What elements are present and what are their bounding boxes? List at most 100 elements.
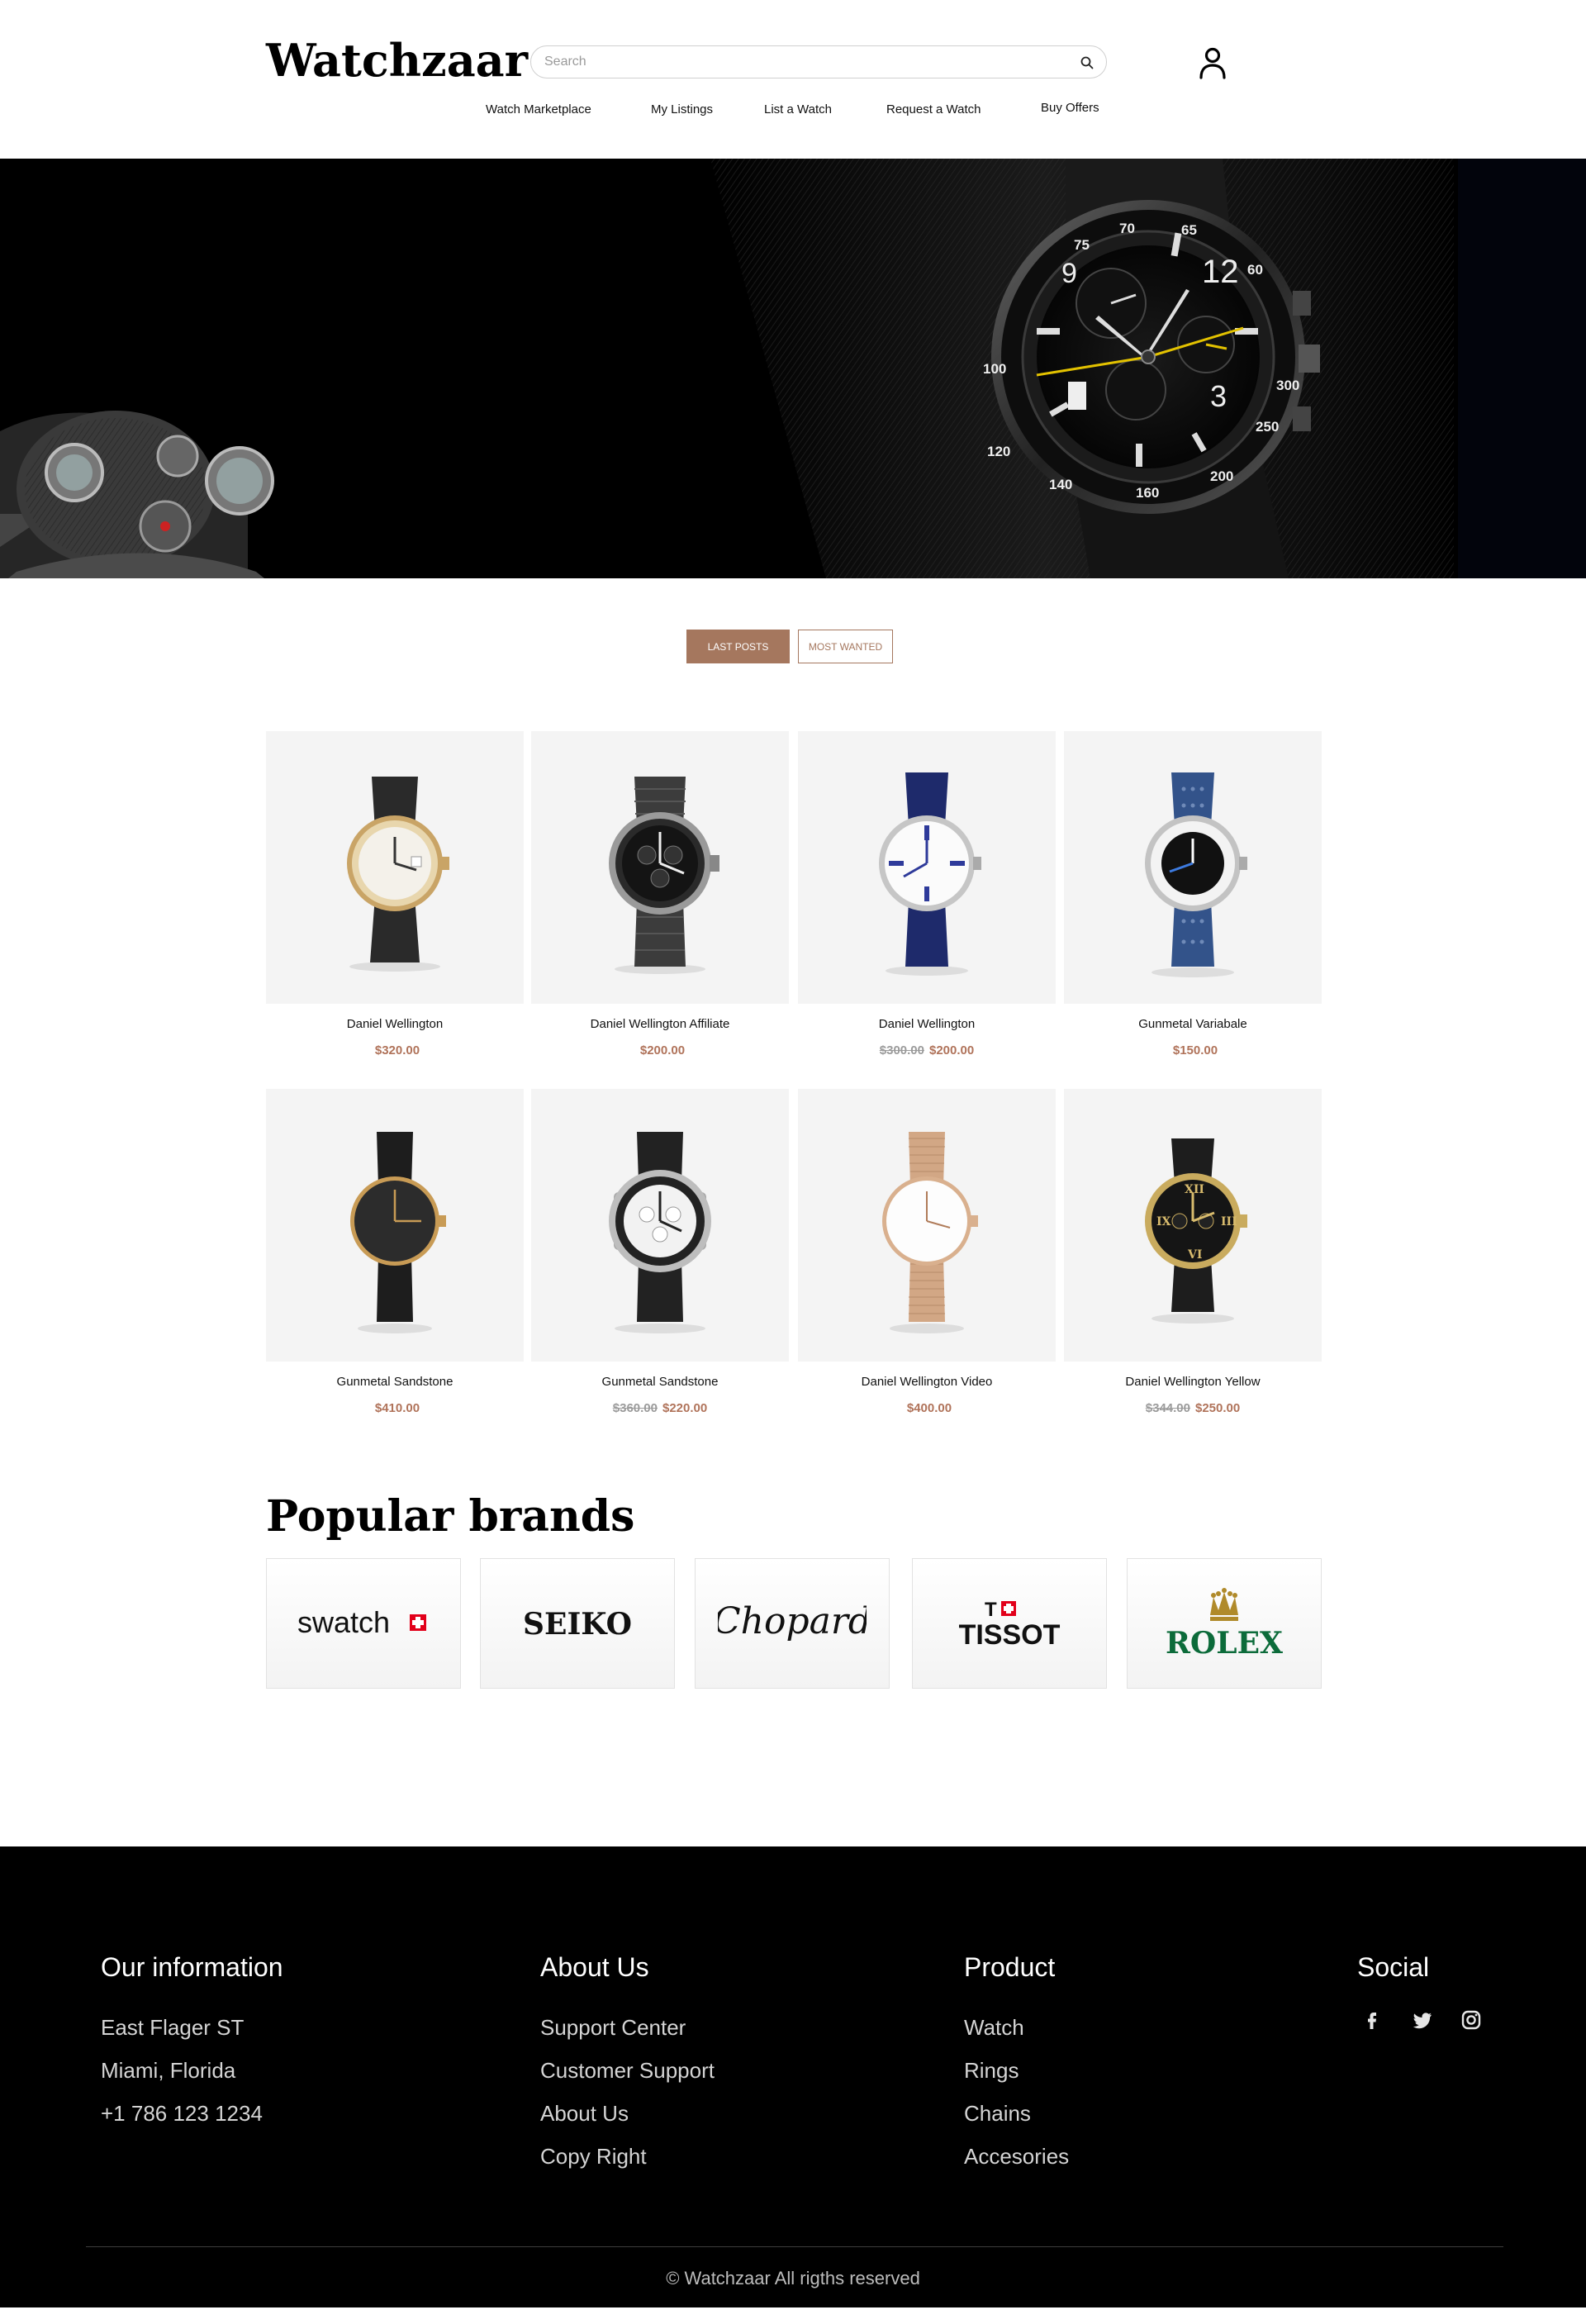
- product-price: $200.00: [531, 1043, 789, 1057]
- footer-link-rings[interactable]: Rings: [964, 2058, 1019, 2084]
- product-card[interactable]: Gunmetal Variabale $150.00: [1064, 731, 1322, 1078]
- product-price: $360.00 $220.00: [531, 1401, 789, 1415]
- product-current-price: $200.00: [929, 1043, 975, 1057]
- footer-link-watch[interactable]: Watch: [964, 2015, 1024, 2041]
- svg-text:SEIKO: SEIKO: [523, 1607, 632, 1642]
- tab-last-posts[interactable]: LAST POSTS: [686, 630, 790, 663]
- brand-swatch[interactable]: swatch: [266, 1558, 461, 1689]
- product-card[interactable]: Daniel Wellington Video $400.00: [798, 1089, 1056, 1436]
- product-image: [266, 1089, 524, 1362]
- footer-copyright: © Watchzaar All rigths reserved: [666, 2268, 920, 2288]
- svg-text:IX: IX: [1156, 1215, 1171, 1229]
- product-old-price: $300.00: [879, 1043, 924, 1057]
- user-icon[interactable]: [1194, 45, 1231, 81]
- silver-chronograph-watch-image: [609, 1132, 711, 1333]
- svg-text:Chopard: Chopard: [718, 1600, 867, 1642]
- blue-leather-roman-watch-image: [879, 772, 981, 976]
- product-card[interactable]: XII III VI IX Daniel Wellington Yellow $…: [1064, 1089, 1322, 1436]
- popular-brands: Popular brands swatch SEIKO Chopard T TI…: [0, 1444, 1586, 1846]
- svg-text:75: 75: [1074, 237, 1090, 253]
- svg-text:250: 250: [1256, 419, 1279, 435]
- nav-buy-offers[interactable]: Buy Offers: [1041, 101, 1099, 115]
- swatch-logo: swatch: [297, 1605, 426, 1639]
- svg-text:ROLEX: ROLEX: [1166, 1626, 1283, 1661]
- footer-link-support-center[interactable]: Support Center: [540, 2015, 686, 2041]
- product-name: Daniel Wellington Affiliate: [590, 1017, 730, 1031]
- product-card[interactable]: Daniel Wellington $300.00 $200.00: [798, 731, 1056, 1078]
- footer-link-customer-support[interactable]: Customer Support: [540, 2058, 715, 2084]
- brands-title: Popular brands: [266, 1491, 635, 1542]
- brand-seiko[interactable]: SEIKO: [480, 1558, 675, 1689]
- product-grid: Daniel Wellington $320.00 Daniel Welling…: [0, 711, 1586, 1444]
- product-current-price: $220.00: [662, 1401, 708, 1415]
- svg-text:160: 160: [1136, 485, 1159, 501]
- svg-text:300: 300: [1276, 378, 1299, 393]
- product-image: [1064, 731, 1322, 1004]
- product-image: [266, 731, 524, 1004]
- product-image: XII III VI IX: [1064, 1089, 1322, 1362]
- footer-social-heading: Social: [1357, 1952, 1430, 1982]
- svg-text:3: 3: [1210, 379, 1227, 413]
- product-price: $320.00: [266, 1043, 524, 1057]
- facebook-icon[interactable]: [1360, 2008, 1384, 2032]
- nav-list-a-watch[interactable]: List a Watch: [764, 102, 832, 116]
- site-header: Watchzaar Watch Marketplace My Listings …: [0, 0, 1586, 159]
- footer-about-heading: About Us: [540, 1952, 649, 1982]
- svg-text:12: 12: [1202, 254, 1239, 290]
- hero-banner: 75 70 65 60 120 140 160 200 250 300 100 …: [0, 159, 1586, 578]
- product-card[interactable]: Daniel Wellington $320.00: [266, 731, 524, 1078]
- footer-link-about-us[interactable]: About Us: [540, 2101, 629, 2127]
- black-chronograph-steel-watch-image: [609, 777, 719, 974]
- footer-info-heading: Our information: [101, 1952, 283, 1982]
- svg-text:120: 120: [987, 444, 1010, 459]
- product-name: Gunmetal Sandstone: [601, 1375, 719, 1389]
- product-image: [531, 731, 789, 1004]
- product-card[interactable]: Gunmetal Sandstone $410.00: [266, 1089, 524, 1436]
- svg-text:60: 60: [1247, 262, 1263, 278]
- product-name: Gunmetal Sandstone: [336, 1375, 453, 1389]
- product-current-price: $250.00: [1195, 1401, 1241, 1415]
- footer-link-accesories[interactable]: Accesories: [964, 2144, 1069, 2170]
- rose-gold-mesh-watch-image: [882, 1132, 978, 1333]
- nav-my-listings[interactable]: My Listings: [651, 102, 713, 116]
- footer-product-heading: Product: [964, 1952, 1056, 1982]
- svg-text:TISSOT: TISSOT: [959, 1619, 1061, 1651]
- svg-text:XII: XII: [1185, 1183, 1204, 1196]
- footer-link-chains[interactable]: Chains: [964, 2101, 1031, 2127]
- svg-text:9: 9: [1061, 258, 1077, 289]
- product-name: Daniel Wellington: [346, 1017, 444, 1031]
- nav-request-a-watch[interactable]: Request a Watch: [886, 102, 981, 116]
- instagram-icon[interactable]: [1459, 2008, 1484, 2032]
- main-nav: Watch Marketplace My Listings List a Wat…: [0, 101, 1586, 122]
- tab-most-wanted[interactable]: MOST WANTED: [798, 630, 893, 663]
- product-name: Daniel Wellington: [878, 1017, 976, 1031]
- product-current-price: $410.00: [374, 1401, 420, 1415]
- product-current-price: $400.00: [906, 1401, 952, 1415]
- product-name: Gunmetal Variabale: [1138, 1017, 1247, 1031]
- brand-chopard[interactable]: Chopard: [695, 1558, 890, 1689]
- footer-address-street: East Flager ST: [101, 2015, 245, 2040]
- product-price: $300.00 $200.00: [798, 1043, 1056, 1057]
- footer-link-copy-right[interactable]: Copy Right: [540, 2144, 647, 2170]
- svg-text:100: 100: [983, 361, 1006, 377]
- product-price: $400.00: [798, 1401, 1056, 1415]
- search-bar: [530, 45, 1107, 78]
- nav-watch-marketplace[interactable]: Watch Marketplace: [486, 102, 591, 116]
- svg-text:III: III: [1221, 1215, 1237, 1229]
- svg-text:65: 65: [1181, 222, 1197, 238]
- blue-perforated-strap-watch-image: [1145, 772, 1247, 977]
- twitter-icon[interactable]: [1409, 2008, 1434, 2032]
- brand-rolex[interactable]: ROLEX: [1127, 1558, 1322, 1689]
- brand-tissot[interactable]: T TISSOT: [912, 1558, 1107, 1689]
- product-card[interactable]: Daniel Wellington Affiliate $200.00: [531, 731, 789, 1078]
- svg-text:T: T: [985, 1599, 997, 1621]
- svg-text:swatch: swatch: [297, 1605, 390, 1639]
- search-icon[interactable]: [1080, 55, 1095, 70]
- product-card[interactable]: Gunmetal Sandstone $360.00 $220.00: [531, 1089, 789, 1436]
- hero-watch-image: 75 70 65 60 120 140 160 200 250 300 100 …: [0, 159, 1586, 578]
- search-input[interactable]: [544, 46, 1073, 78]
- product-name: Daniel Wellington Yellow: [1125, 1375, 1261, 1389]
- seiko-logo: SEIKO: [523, 1607, 632, 1642]
- rolex-logo: ROLEX: [1166, 1588, 1283, 1661]
- site-logo[interactable]: Watchzaar: [266, 31, 528, 89]
